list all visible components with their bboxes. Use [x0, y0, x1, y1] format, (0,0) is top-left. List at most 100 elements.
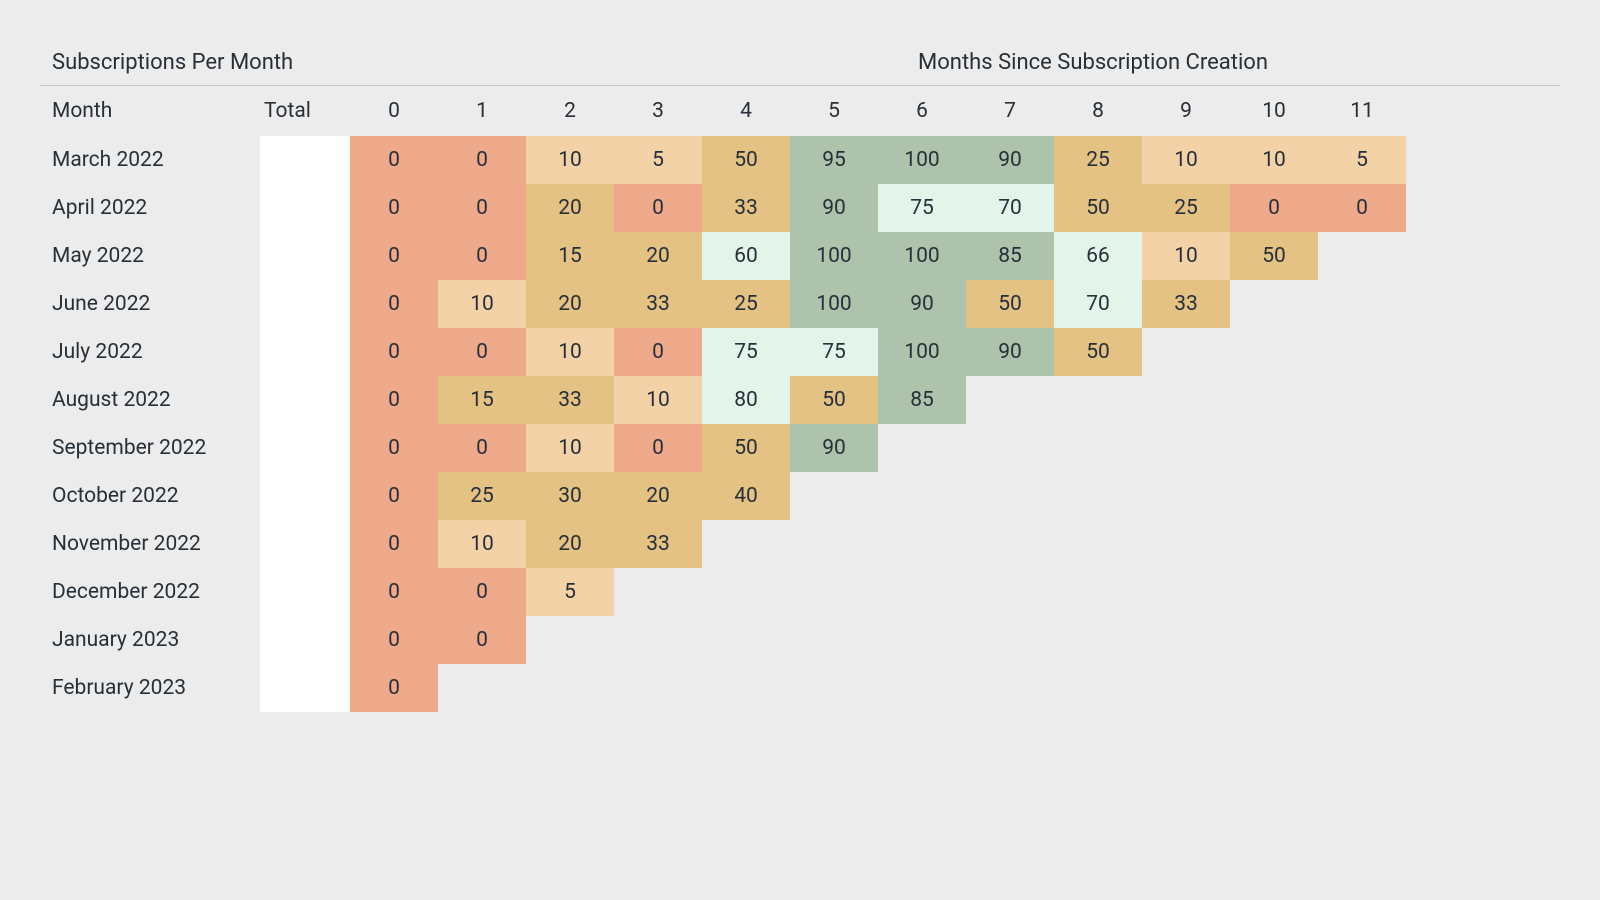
row-label: March 2022: [40, 136, 260, 184]
heat-cell: 50: [702, 424, 790, 472]
heat-cell-empty: [1054, 520, 1142, 568]
heat-cell: 0: [438, 328, 526, 376]
heat-cell: 20: [526, 520, 614, 568]
row-total: [260, 328, 350, 376]
heat-cell-empty: [878, 472, 966, 520]
heat-cell: 10: [1142, 136, 1230, 184]
heat-cell-empty: [526, 616, 614, 664]
heat-cell: 10: [438, 280, 526, 328]
heat-cell: 90: [878, 280, 966, 328]
heat-cell: 0: [438, 568, 526, 616]
col-header-period-8: 8: [1054, 86, 1142, 136]
heat-cell: 5: [526, 568, 614, 616]
heat-cell-empty: [878, 664, 966, 712]
heat-cell: 25: [1054, 136, 1142, 184]
row-label: July 2022: [40, 328, 260, 376]
heat-cell: 0: [350, 664, 438, 712]
heat-cell-empty: [1142, 568, 1230, 616]
heat-cell-empty: [790, 568, 878, 616]
heat-cell: 50: [702, 136, 790, 184]
heat-cell: 50: [1054, 184, 1142, 232]
heat-cell: 0: [438, 616, 526, 664]
heat-cell: 25: [438, 472, 526, 520]
heat-cell: 0: [438, 184, 526, 232]
heat-cell-empty: [878, 424, 966, 472]
heat-cell-empty: [1318, 472, 1406, 520]
heat-cell-empty: [966, 664, 1054, 712]
heat-cell-empty: [702, 568, 790, 616]
heat-cell-empty: [614, 616, 702, 664]
heat-cell: 25: [1142, 184, 1230, 232]
heat-cell-empty: [790, 664, 878, 712]
heat-cell: 75: [790, 328, 878, 376]
col-header-period-3: 3: [614, 86, 702, 136]
heat-cell-empty: [1318, 280, 1406, 328]
heat-cell-empty: [702, 664, 790, 712]
row-label: October 2022: [40, 472, 260, 520]
heat-cell: 60: [702, 232, 790, 280]
heat-cell-empty: [966, 520, 1054, 568]
heat-cell-empty: [1318, 520, 1406, 568]
heat-cell: 0: [1230, 184, 1318, 232]
col-header-period-5: 5: [790, 86, 878, 136]
heat-cell-empty: [1054, 424, 1142, 472]
heat-cell-empty: [1054, 472, 1142, 520]
heat-cell: 70: [966, 184, 1054, 232]
heat-cell: 0: [350, 424, 438, 472]
col-header-period-1: 1: [438, 86, 526, 136]
heat-cell-empty: [614, 568, 702, 616]
row-label: May 2022: [40, 232, 260, 280]
heat-cell-empty: [1318, 616, 1406, 664]
heat-cell: 0: [350, 472, 438, 520]
heat-cell: 50: [1054, 328, 1142, 376]
row-total: [260, 136, 350, 184]
heat-cell: 10: [1230, 136, 1318, 184]
heat-cell-empty: [1142, 424, 1230, 472]
heat-cell: 50: [790, 376, 878, 424]
heat-cell: 0: [350, 376, 438, 424]
heat-cell: 85: [878, 376, 966, 424]
heat-cell: 0: [350, 136, 438, 184]
heat-cell-empty: [614, 664, 702, 712]
heat-cell-empty: [1142, 472, 1230, 520]
heat-cell: 10: [614, 376, 702, 424]
heat-cell: 33: [614, 280, 702, 328]
heat-cell-empty: [790, 616, 878, 664]
heat-cell: 90: [966, 136, 1054, 184]
heat-cell: 90: [790, 184, 878, 232]
heat-cell: 0: [438, 424, 526, 472]
heat-cell: 10: [526, 328, 614, 376]
row-label: September 2022: [40, 424, 260, 472]
heat-cell: 20: [526, 280, 614, 328]
heat-cell: 20: [526, 184, 614, 232]
heat-cell-empty: [1230, 280, 1318, 328]
heat-cell: 40: [702, 472, 790, 520]
row-total: [260, 232, 350, 280]
row-label: June 2022: [40, 280, 260, 328]
heat-cell: 20: [614, 232, 702, 280]
heat-cell-empty: [1230, 664, 1318, 712]
heat-cell: 0: [350, 616, 438, 664]
heat-cell: 0: [350, 280, 438, 328]
heat-cell-empty: [1318, 376, 1406, 424]
heat-cell-empty: [878, 520, 966, 568]
heat-cell: 90: [966, 328, 1054, 376]
heat-cell: 25: [702, 280, 790, 328]
heat-cell: 33: [614, 520, 702, 568]
row-label: February 2023: [40, 664, 260, 712]
heat-cell: 10: [526, 136, 614, 184]
heat-cell-empty: [1054, 376, 1142, 424]
heat-cell-empty: [1230, 616, 1318, 664]
heat-cell: 100: [790, 232, 878, 280]
heat-cell: 33: [526, 376, 614, 424]
heat-cell: 0: [438, 136, 526, 184]
row-total: [260, 568, 350, 616]
heat-cell-empty: [1230, 472, 1318, 520]
col-header-period-9: 9: [1142, 86, 1230, 136]
heat-cell: 10: [1142, 232, 1230, 280]
heat-cell: 20: [614, 472, 702, 520]
col-header-period-10: 10: [1230, 86, 1318, 136]
heat-cell-empty: [1230, 376, 1318, 424]
row-label: April 2022: [40, 184, 260, 232]
heat-cell: 100: [790, 280, 878, 328]
